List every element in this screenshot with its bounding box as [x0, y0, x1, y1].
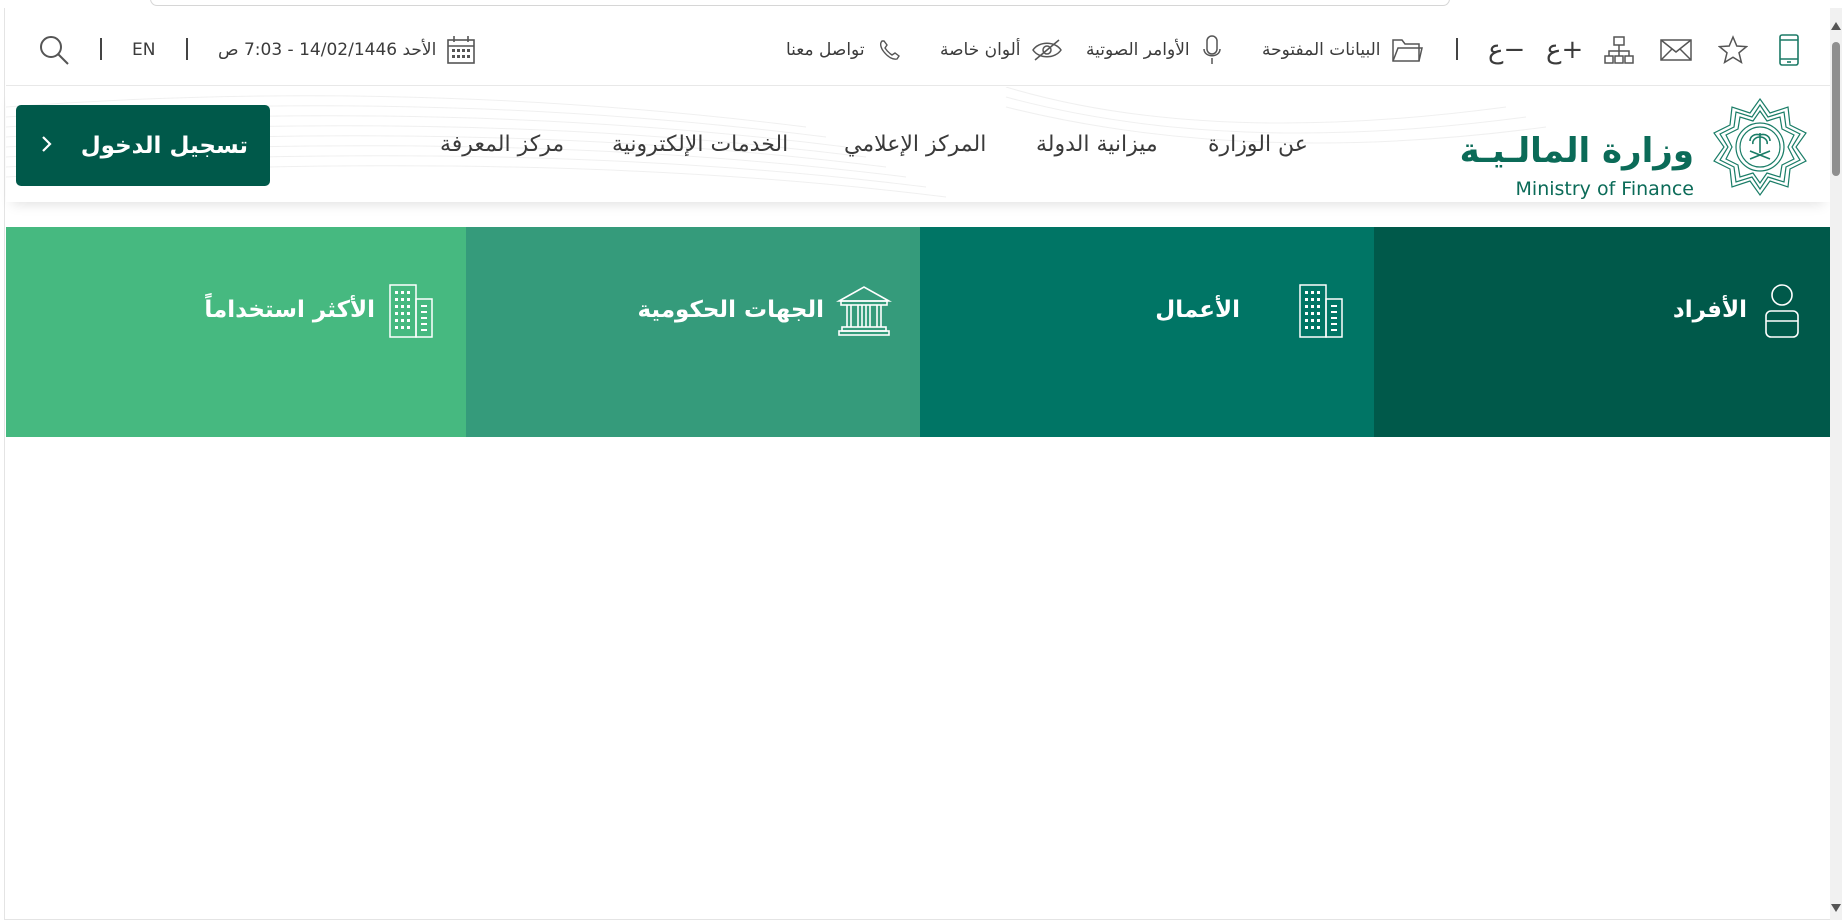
separator [100, 38, 102, 60]
calendar-icon [446, 35, 476, 65]
increase-font-label: ع+ [1546, 35, 1584, 65]
search-icon[interactable] [38, 14, 70, 86]
language-switch[interactable]: EN [132, 14, 155, 86]
open-data-label: البيانات المفتوحة [1262, 40, 1381, 60]
ministry-logo[interactable]: وزارة المالـيـة Ministry of Finance [1460, 95, 1812, 200]
person-icon [1762, 283, 1802, 343]
tile-business[interactable]: الأعمال [920, 227, 1374, 437]
nav-item-knowledge-center[interactable]: مركز المعرفة [440, 132, 564, 157]
nav-item-media-center[interactable]: المركز الإعلامي [844, 132, 986, 157]
special-colors-label: ألوان خاصة [940, 40, 1021, 60]
vertical-scrollbar[interactable] [1830, 8, 1842, 920]
sitemap-icon[interactable] [1604, 14, 1634, 86]
nav-item-about-ministry[interactable]: عن الوزارة [1208, 132, 1308, 157]
special-colors-link[interactable]: ألوان خاصة [940, 14, 1063, 86]
tile-business-label: الأعمال [1155, 297, 1240, 323]
date-display: الأحد 14/02/1446 - 7:03 ص [218, 14, 476, 86]
separator [186, 38, 188, 60]
separator [1456, 38, 1458, 60]
main-header: وزارة المالـيـة Ministry of Finance مركز… [6, 87, 1830, 202]
building-icon [386, 283, 436, 343]
building-icon [1296, 283, 1346, 343]
logo-emblem-icon [1713, 97, 1807, 197]
logo-english-text: Ministry of Finance [1515, 178, 1694, 200]
decrease-font-label: ع− [1488, 35, 1526, 65]
microphone-icon [1202, 34, 1222, 66]
login-button[interactable]: تسجيل الدخول [16, 105, 270, 186]
tile-individuals-label: الأفراد [1672, 297, 1747, 323]
nav-item-e-services[interactable]: الخدمات الإلكترونية [612, 132, 788, 157]
tile-most-used[interactable]: الأكثر استخداماً [6, 227, 466, 437]
browser-address-bar-edge [150, 0, 1450, 6]
mobile-icon[interactable] [1778, 14, 1800, 86]
scroll-up-arrow-icon[interactable] [1831, 22, 1841, 30]
voice-commands-label: الأوامر الصوتية [1086, 40, 1190, 60]
tile-individuals[interactable]: الأفراد [1374, 227, 1831, 437]
voice-commands-link[interactable]: الأوامر الصوتية [1086, 14, 1222, 86]
tile-government-entities[interactable]: الجهات الحكومية [466, 227, 920, 437]
phone-icon [877, 37, 903, 63]
language-label: EN [132, 40, 156, 60]
chevron-right-icon [40, 133, 54, 159]
scroll-thumb[interactable] [1832, 42, 1840, 176]
tile-government-entities-label: الجهات الحكومية [637, 297, 824, 323]
decrease-font-button[interactable]: ع− [1488, 14, 1525, 86]
scroll-down-arrow-icon[interactable] [1831, 904, 1841, 912]
contact-label: تواصل معنا [786, 40, 865, 60]
utility-bar: EN الأحد 14/02/1446 - 7:03 ص تواصل معنا … [6, 14, 1830, 86]
star-icon[interactable] [1718, 14, 1748, 86]
tile-most-used-label: الأكثر استخداماً [204, 297, 375, 323]
nav-item-state-budget[interactable]: ميزانية الدولة [1036, 132, 1158, 157]
increase-font-button[interactable]: ع+ [1546, 14, 1583, 86]
logo-arabic-text: وزارة المالـيـة [1459, 131, 1694, 171]
folder-icon [1391, 36, 1423, 64]
datetime-text: الأحد 14/02/1446 - 7:03 ص [218, 40, 437, 60]
login-label: تسجيل الدخول [80, 132, 248, 159]
open-data-link[interactable]: البيانات المفتوحة [1262, 14, 1423, 86]
contact-link[interactable]: تواصل معنا [786, 14, 903, 86]
government-building-icon [835, 283, 893, 343]
eye-slash-icon [1031, 38, 1063, 62]
mail-icon[interactable] [1660, 14, 1692, 86]
category-tiles: الأكثر استخداماً الجهات الحكومية الأعمال… [6, 227, 1831, 437]
